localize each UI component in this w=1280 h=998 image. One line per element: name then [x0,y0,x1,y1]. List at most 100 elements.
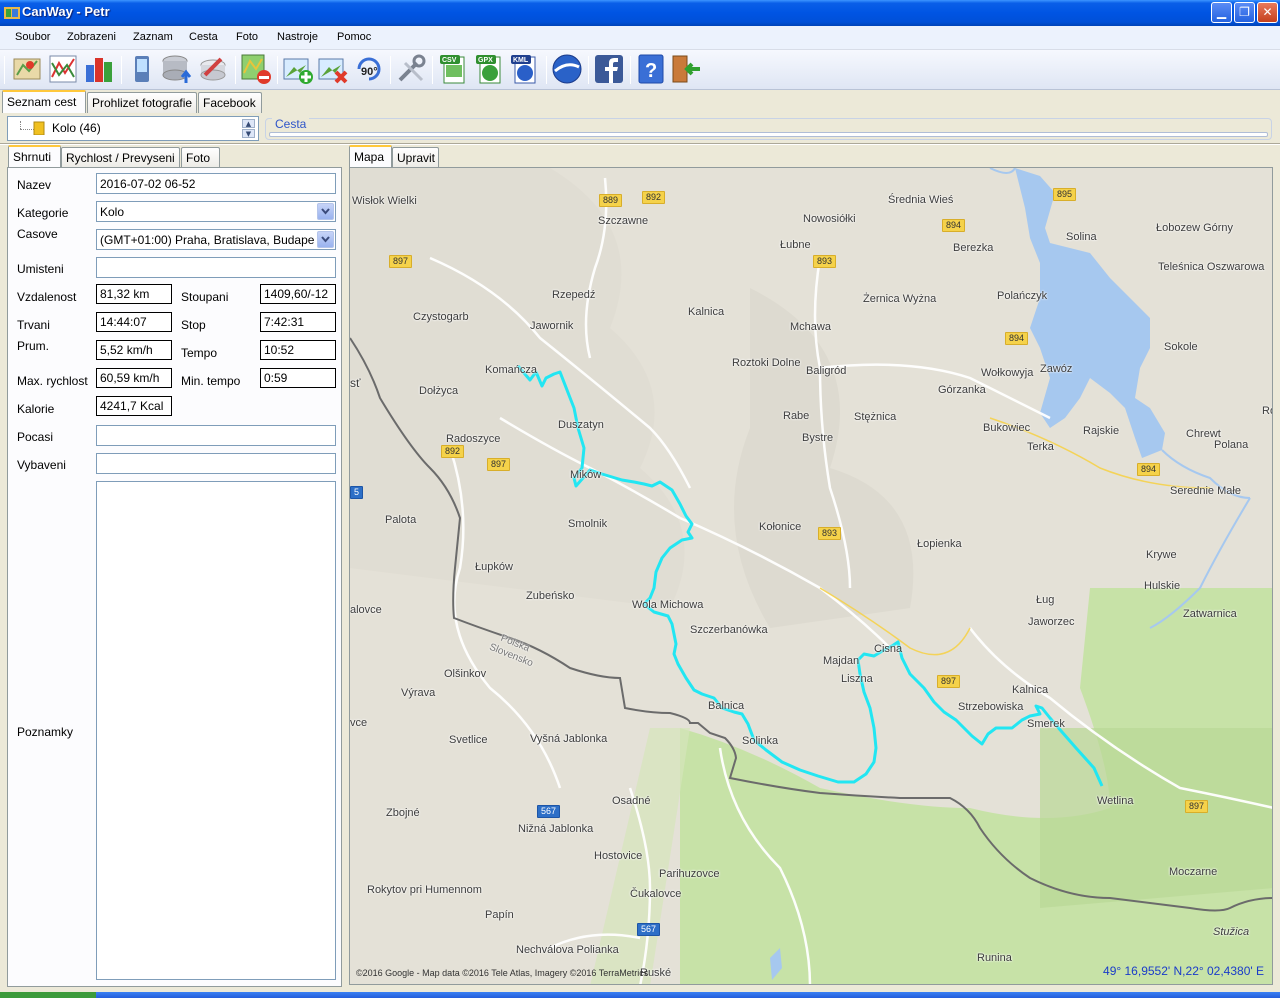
tab-seznam-cest[interactable]: Seznam cest [2,90,86,113]
place-label: Łupków [475,561,513,573]
menu-cesta[interactable]: Cesta [189,31,218,43]
place-label: Kalnica [688,306,725,318]
kml-export-label: KML [513,57,529,64]
menu-nastroje[interactable]: Nastroje [277,31,318,43]
menu-pomoc[interactable]: Pomoc [337,31,371,43]
toolbar-separator [121,56,122,84]
road-number: 897 [1185,800,1209,813]
tab-foto[interactable]: Foto [181,147,220,168]
bar-chart-button[interactable] [83,53,115,85]
place-label: Osadné [612,795,651,807]
tools-button[interactable] [395,53,427,85]
place-label: Polana [1214,439,1249,451]
folder-icon [33,121,45,135]
place-label: Wisłok Wielki [352,195,417,207]
kategorie-select[interactable]: Kolo [96,201,336,222]
road-number: 567 [637,923,661,936]
stop-label: Stop [181,318,206,332]
place-label: Wołkowyja [981,367,1034,379]
casove-select[interactable]: (GMT+01:00) Praha, Bratislava, Budape [96,229,336,250]
place-label: Rajskie [1083,425,1120,437]
add-photo-button[interactable] [282,53,314,85]
toolbar-separator [432,56,433,84]
place-label: Baligród [806,365,847,377]
map-canvas[interactable] [350,168,1273,985]
dropdown-arrow[interactable] [317,203,334,220]
start-button[interactable] [0,992,96,998]
tab-mapa[interactable]: Mapa [349,145,392,168]
place-label: Wola Michowa [632,599,704,611]
umisteni-field[interactable] [96,257,336,278]
place-label: Sokole [1164,341,1198,353]
menu-zobrazeni[interactable]: Zobrazeni [67,31,116,43]
scroll-up-button[interactable]: ▲ [242,119,255,128]
place-label: Majdan [823,655,860,667]
title-bar: CanWay - Petr ▁ ❐ ✕ [0,0,1280,26]
tab-shrnuti[interactable]: Shrnuti [8,145,61,168]
dropdown-arrow[interactable] [317,231,334,248]
toolbar: 90° CSV GPX KML ? [0,50,1280,90]
tab-rychlost-prevyseni[interactable]: Rychlost / Prevyseni [61,147,180,168]
place-label: Ług [1036,594,1055,606]
tree-item-kolo[interactable]: Kolo (46) [52,121,101,135]
place-label: sť [350,376,361,390]
menu-bar: Soubor Zobrazeni Zaznam Cesta Foto Nastr… [0,26,1280,50]
casove-value: (GMT+01:00) Praha, Bratislava, Budape [100,233,315,247]
poznamky-label: Poznamky [17,725,74,739]
map-delete-button[interactable] [240,53,272,85]
database-delete-button[interactable] [197,53,229,85]
rotate-90-button[interactable]: 90° [353,53,385,85]
trvani-label: Trvani [17,318,50,332]
gps-device-button[interactable] [126,53,158,85]
place-label: Łobozew Górny [1156,222,1234,234]
stoupani-value: 1409,60/-12 [260,284,336,304]
google-earth-button[interactable] [551,53,583,85]
rotate-90-icon: 90° [357,57,381,81]
scroll-down-button[interactable]: ▼ [242,129,255,138]
min-tempo-label: Min. tempo [181,374,241,388]
facebook-icon [595,55,623,83]
menu-zaznam[interactable]: Zaznam [133,31,173,43]
map-view[interactable]: Wisłok Wielki Szczawne Nowosiółki Średni… [349,167,1273,985]
csv-export-button[interactable]: CSV [438,53,470,85]
delete-photo-button[interactable] [317,53,349,85]
tab-facebook[interactable]: Facebook [198,92,262,113]
close-button[interactable]: ✕ [1257,2,1278,23]
exit-button[interactable] [670,53,702,85]
prum-value: 5,52 km/h [96,340,172,360]
tab-upravit[interactable]: Upravit [392,147,439,168]
facebook-button[interactable] [593,53,625,85]
trip-tree[interactable]: Kolo (46) ▲ ▼ [7,116,259,141]
gpx-export-button[interactable]: GPX [474,53,506,85]
map-pin-button[interactable] [11,53,43,85]
place-label: Nowosiółki [803,213,856,225]
menu-foto[interactable]: Foto [236,31,258,43]
menu-soubor[interactable]: Soubor [15,31,50,43]
kalorie-label: Kalorie [17,402,55,416]
place-label: Vyšná Jablonka [530,733,608,745]
place-label: Zbojné [386,807,420,819]
cursor-coordinates: 49° 16,9552' N,22° 02,4380' E [1103,964,1264,978]
main-tabs: Seznam cest Prohlizet fotografie Faceboo… [0,90,1280,113]
place-label: Górzanka [938,384,986,396]
maximize-button[interactable]: ❐ [1234,2,1255,23]
help-button[interactable]: ? [635,53,667,85]
chart-lines-button[interactable] [47,53,79,85]
cesta-label: Cesta [272,117,310,131]
vybaveni-field[interactable] [96,453,336,474]
stop-value: 7:42:31 [260,312,336,332]
nazev-field[interactable]: 2016-07-02 06-52 [96,173,336,194]
place-label: Hulskie [1144,580,1181,592]
pocasi-field[interactable] [96,425,336,446]
road-number: 894 [1137,463,1161,476]
database-upload-button[interactable] [160,53,192,85]
csv-export-icon: CSV [440,55,465,84]
map-delete-icon [241,54,271,84]
poznamky-textarea[interactable] [96,481,336,980]
minimize-button[interactable]: ▁ [1211,2,1232,23]
road-number: 897 [937,675,961,688]
kml-export-button[interactable]: KML [509,53,541,85]
tab-prohlizet-fotografie[interactable]: Prohlizet fotografie [87,92,197,113]
place-label: Polańczyk [997,290,1048,302]
max-rychlost-label: Max. rychlost [17,374,88,388]
